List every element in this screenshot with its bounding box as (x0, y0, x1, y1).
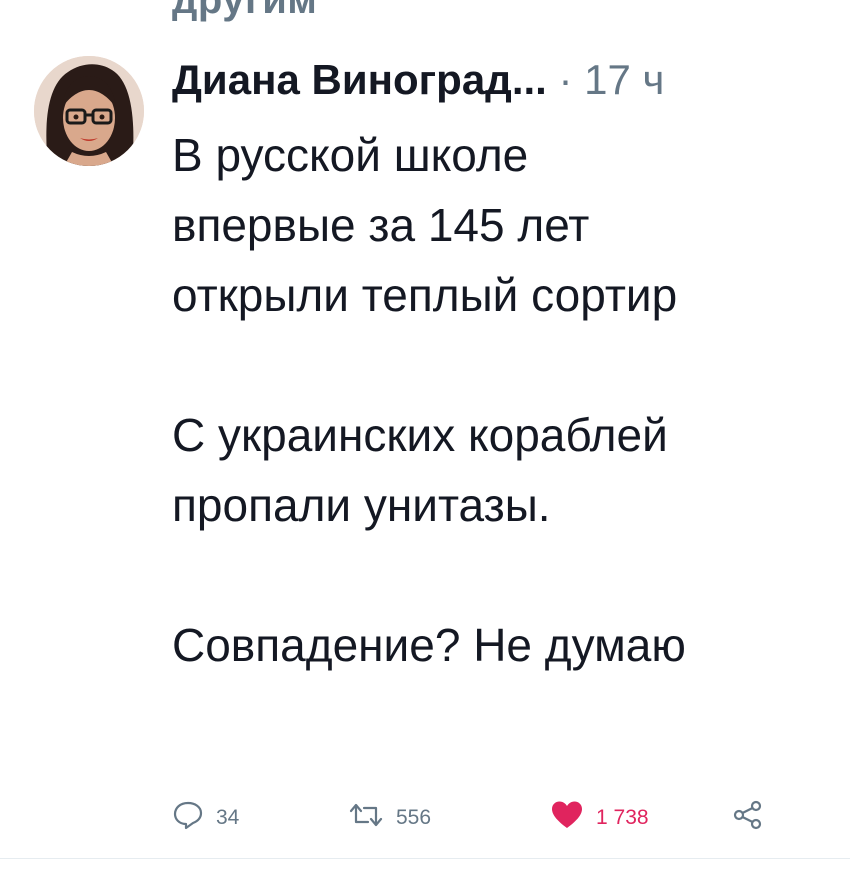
heart-icon (550, 800, 584, 836)
tweet-header: Диана Виноград... · 17 ч (172, 50, 664, 110)
speech-bubble-icon (172, 800, 204, 836)
share-button[interactable] (732, 798, 776, 838)
like-button[interactable]: 1 738 (550, 798, 649, 838)
tweet-text-line: Совпадение? Не думаю (172, 619, 686, 671)
header-separator: · (546, 56, 585, 103)
divider (0, 858, 850, 859)
tweet-text: В русской школе впервые за 145 лет откры… (172, 120, 850, 680)
tweet-text-line: пропали унитазы. (172, 479, 551, 531)
tweet-text-line: впервые за 145 лет (172, 199, 590, 251)
tweet-timestamp[interactable]: 17 ч (584, 56, 664, 103)
tweet-text-line: В русской школе (172, 129, 529, 181)
retweet-count: 556 (396, 806, 432, 829)
avatar-image (34, 56, 144, 166)
social-context-label: другим (172, 0, 318, 22)
retweet-button[interactable]: 556 (348, 798, 431, 838)
tweet-text-blank-line (172, 330, 850, 400)
tweet-text-line: С украинских кораблей (172, 409, 668, 461)
tweet-text-line: открыли теплый сортир (172, 269, 678, 321)
reply-count: 34 (216, 806, 240, 829)
share-icon (732, 800, 764, 836)
author-name[interactable]: Диана Виноград... (172, 56, 547, 103)
tweet-text-blank-line (172, 540, 850, 610)
tweet-actions: 34 556 1 738 (172, 798, 792, 838)
reply-button[interactable]: 34 (172, 798, 239, 838)
retweet-arrows-icon (348, 800, 384, 836)
avatar[interactable] (34, 56, 144, 166)
like-count: 1 738 (596, 806, 649, 829)
